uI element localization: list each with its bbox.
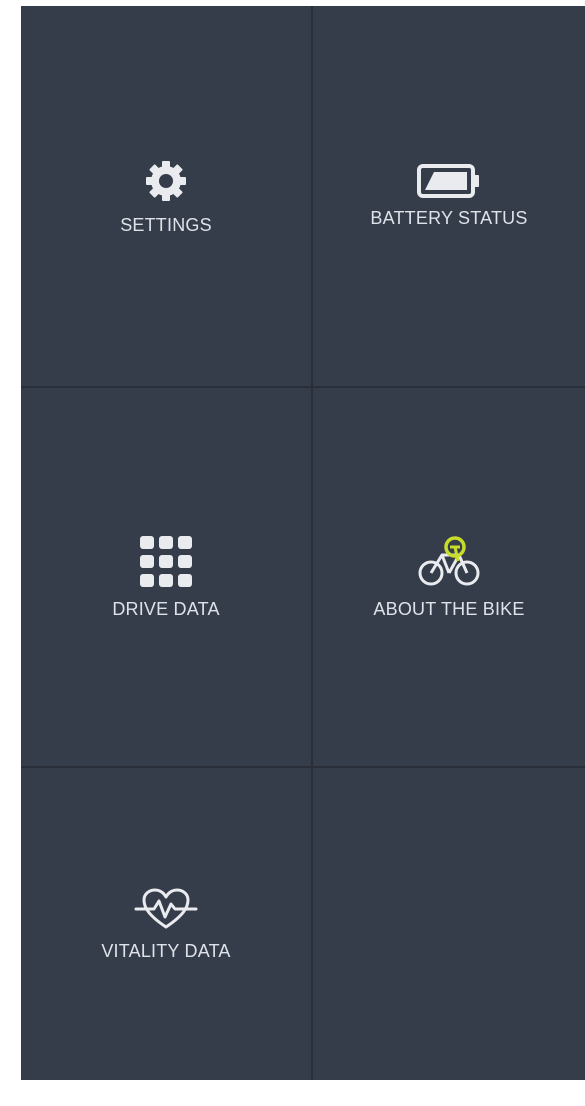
settings-label: SETTINGS	[120, 214, 212, 235]
settings-tile[interactable]: SETTINGS	[21, 6, 311, 386]
about-the-bike-label: ABOUT THE BIKE	[373, 598, 525, 619]
drive-data-tile[interactable]: DRIVE DATA	[21, 388, 311, 766]
battery-status-tile[interactable]: BATTERY STATUS	[313, 6, 585, 386]
heart-pulse-icon	[134, 888, 198, 928]
left-margin	[0, 0, 21, 1106]
battery-icon	[417, 163, 479, 198]
vitality-data-tile[interactable]: VITALITY DATA	[21, 768, 311, 1080]
empty-tile	[313, 768, 585, 1080]
bottom-margin	[21, 1080, 585, 1106]
gear-icon	[146, 160, 186, 201]
vitality-data-label: VITALITY DATA	[101, 940, 231, 961]
drive-data-label: DRIVE DATA	[112, 598, 220, 619]
bike-icon	[418, 535, 480, 585]
grid-icon	[140, 535, 192, 587]
battery-status-label: BATTERY STATUS	[370, 207, 528, 228]
about-the-bike-tile[interactable]: ABOUT THE BIKE	[313, 388, 585, 766]
menu-grid: SETTINGS BATTERY STATUS DRIVE DATA ABOUT…	[21, 6, 585, 1080]
